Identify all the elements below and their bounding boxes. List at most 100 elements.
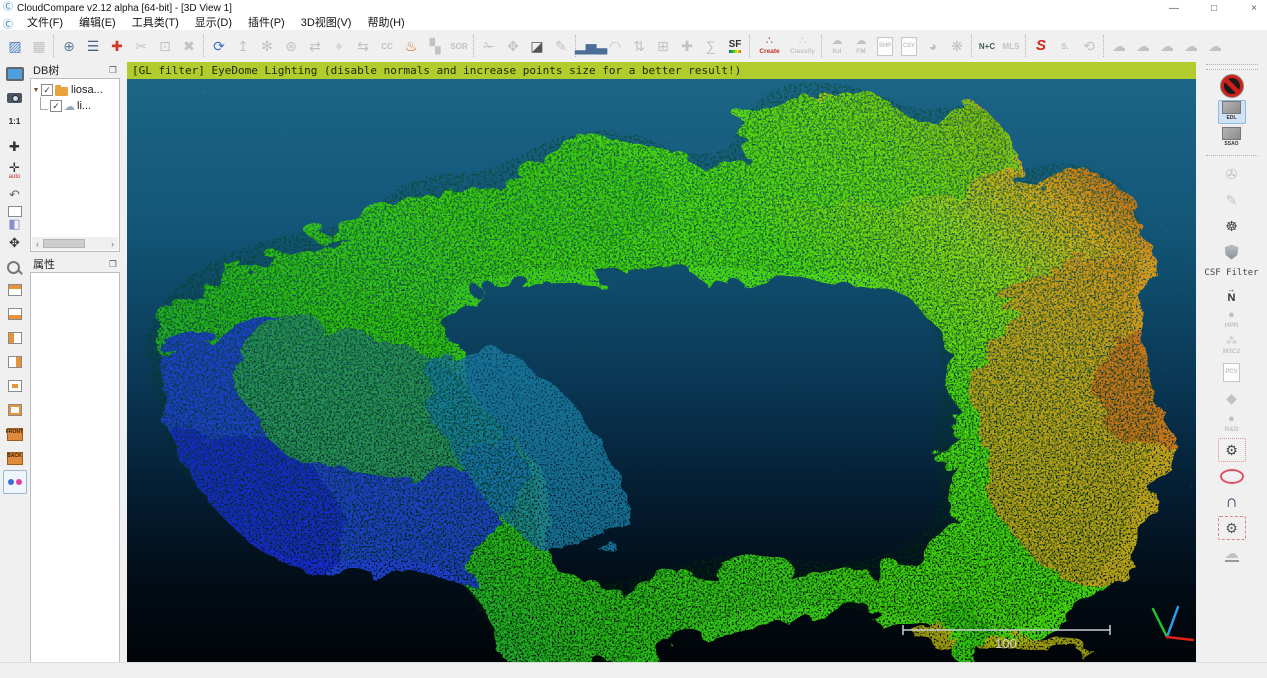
register-icp-button[interactable]: ⇄ — [304, 33, 327, 59]
point-list-picking-button[interactable]: ✚ — [106, 33, 129, 59]
virtual-broom-button[interactable]: ☁ — [1218, 542, 1246, 566]
close-button[interactable]: × — [1247, 3, 1261, 14]
add-constant-sf-button[interactable]: ✚ — [676, 33, 699, 59]
view-right-button[interactable] — [3, 350, 27, 374]
align-button[interactable]: ⌖ — [328, 33, 351, 59]
clone-button[interactable]: ⟳ — [208, 33, 231, 59]
merge-button[interactable]: ↥ — [232, 33, 255, 59]
sf-arithmetic-button[interactable]: ∑ — [700, 33, 723, 59]
zoom-1-1-button[interactable]: 1:1 — [3, 110, 27, 134]
edl-filter-button[interactable]: EDL — [1218, 100, 1246, 124]
sor-filter-button[interactable]: SOR — [448, 33, 471, 59]
pcv-plugin-button[interactable]: PCV — [1218, 360, 1246, 384]
broom-plugin-button[interactable]: ✎ — [1218, 188, 1246, 212]
kd-tree-button[interactable]: ☁ Kd — [826, 33, 849, 59]
clipping-box-button[interactable]: ◪ — [526, 33, 549, 59]
hpr-plugin-button[interactable]: ● HPR — [1218, 308, 1246, 332]
view-front-button[interactable]: FRONT — [3, 422, 27, 446]
curve-fit-button[interactable]: ◠ — [604, 33, 627, 59]
menu-plugins[interactable]: 插件(P) — [240, 16, 293, 31]
cork-plugin-button[interactable]: ⚙ — [1218, 438, 1246, 462]
view-back-iso-button[interactable] — [3, 398, 27, 422]
zoom-fit-button[interactable] — [3, 254, 27, 278]
view-left-button[interactable] — [3, 326, 27, 350]
facets-plugin-button[interactable]: ∩ — [1218, 490, 1246, 514]
shp-file-button[interactable]: SHP — [874, 33, 897, 59]
menu-tools[interactable]: 工具类(T) — [124, 16, 187, 31]
poisson-recon-button[interactable]: ◆ — [1218, 386, 1246, 410]
tree-item-cloud[interactable]: ✓ ☁ li... — [31, 98, 119, 114]
cloud-cloud-distance-button[interactable]: CC — [376, 33, 399, 59]
hough-normals-button[interactable]: ⚙ — [1218, 516, 1246, 540]
canupo-shield-button[interactable] — [1218, 240, 1246, 264]
checkbox[interactable]: ✓ — [41, 84, 53, 96]
wireframe-globe-button[interactable]: ❋ — [946, 33, 969, 59]
plugin-cloud-2-button[interactable]: ☁ — [1132, 33, 1155, 59]
perspective-button[interactable]: ◧ — [3, 206, 27, 230]
normals-compute-button[interactable]: N+C — [976, 33, 999, 59]
canupo-create-button[interactable]: ∴ Create — [754, 33, 786, 59]
maximize-button[interactable]: □ — [1207, 3, 1221, 14]
unroll-button[interactable]: ⟲ — [1078, 33, 1101, 59]
view-back-button[interactable]: BACK — [3, 446, 27, 470]
plugin-cloud-4-button[interactable]: ☁ — [1180, 33, 1203, 59]
compass-plugin-button[interactable]: ☸ — [1218, 214, 1246, 238]
view-front-iso-button[interactable] — [3, 374, 27, 398]
fm-button[interactable]: ☁ FM — [850, 33, 873, 59]
sf-minmax-button[interactable]: ⇅ — [628, 33, 651, 59]
scrollbar-thumb[interactable] — [43, 239, 85, 248]
mls-button[interactable]: MLS — [1000, 33, 1023, 59]
pick-rotation-center-button[interactable]: ✚ — [3, 134, 27, 158]
open-button[interactable]: ▨ — [4, 33, 27, 59]
ellipser-plugin-button[interactable] — [1218, 464, 1246, 488]
segment-button[interactable]: ✂ — [130, 33, 153, 59]
global-shift-button[interactable]: ⊕ — [58, 33, 81, 59]
view-top-button[interactable] — [3, 278, 27, 302]
save-button[interactable]: ▦ — [28, 33, 51, 59]
auto-pick-center-button[interactable]: ✛ auto — [3, 158, 27, 182]
scroll-left-arrow[interactable]: ‹ — [32, 239, 43, 249]
csf-filter-button[interactable]: CSF Filter — [1200, 266, 1264, 280]
menu-file[interactable]: 文件(F) — [19, 16, 71, 31]
tree-item-label[interactable]: liosa... — [71, 84, 103, 96]
refresh-display-button[interactable] — [3, 62, 27, 86]
animation-plugin-button[interactable]: ✇ — [1218, 162, 1246, 186]
float-panel-icon[interactable]: ❐ — [109, 259, 117, 270]
minimize-button[interactable]: — — [1167, 3, 1181, 14]
float-panel-icon[interactable]: ❐ — [109, 65, 117, 76]
cross-section-scissors-button[interactable]: ✁ — [478, 33, 501, 59]
trace-polyline-button[interactable]: ✎ — [550, 33, 573, 59]
toolbar-grip[interactable] — [1206, 64, 1258, 70]
scalar-fields-button[interactable]: SF — [724, 33, 747, 59]
scroll-right-arrow[interactable]: › — [107, 239, 118, 249]
pan-mode-button[interactable]: ✥ — [3, 230, 27, 254]
point-pair-registration-button[interactable]: ⊡ — [154, 33, 177, 59]
spline-fit-button[interactable]: S. — [1054, 33, 1077, 59]
checkerboard-button[interactable]: ▚ — [424, 33, 447, 59]
plugin-cloud-1-button[interactable]: ☁ — [1108, 33, 1131, 59]
north-arrow-button[interactable]: → N — [1218, 282, 1246, 306]
octree-button[interactable]: ⊛ — [280, 33, 303, 59]
ssao-filter-button[interactable]: SSAO — [1218, 126, 1246, 150]
screenshot-button[interactable] — [3, 86, 27, 110]
delete-button[interactable]: ✖ — [178, 33, 201, 59]
csv-file-button[interactable]: CSV — [898, 33, 921, 59]
horizontal-scrollbar[interactable]: ‹ › — [32, 237, 118, 250]
spline-button[interactable]: S — [1030, 33, 1053, 59]
plugin-cloud-5-button[interactable]: ☁ — [1204, 33, 1227, 59]
m3c2-plugin-button[interactable]: ⁂ M3C2 — [1218, 334, 1246, 358]
3d-view[interactable]: [GL filter] EyeDome Lighting (disable no… — [127, 62, 1196, 662]
point-cloud-render[interactable]: 100 — [127, 79, 1196, 662]
pie-sphere-button[interactable]: ◕ — [922, 33, 945, 59]
pivot-visibility-button[interactable]: ↶ — [3, 182, 27, 206]
expander-icon[interactable]: ▼ — [31, 87, 41, 94]
fine-registration-button[interactable]: ⇆ — [352, 33, 375, 59]
tree-item-label[interactable]: li... — [77, 100, 91, 112]
statistical-test-button[interactable]: ♨ — [400, 33, 423, 59]
disable-gl-filter-button[interactable] — [1218, 74, 1246, 98]
menu-3dview[interactable]: 3D视图(V) — [293, 16, 360, 31]
menu-display[interactable]: 显示(D) — [187, 16, 240, 31]
ransac-plugin-button[interactable]: ● R&D — [1218, 412, 1246, 436]
menu-help[interactable]: 帮助(H) — [359, 16, 412, 31]
menu-edit[interactable]: 编辑(E) — [71, 16, 124, 31]
